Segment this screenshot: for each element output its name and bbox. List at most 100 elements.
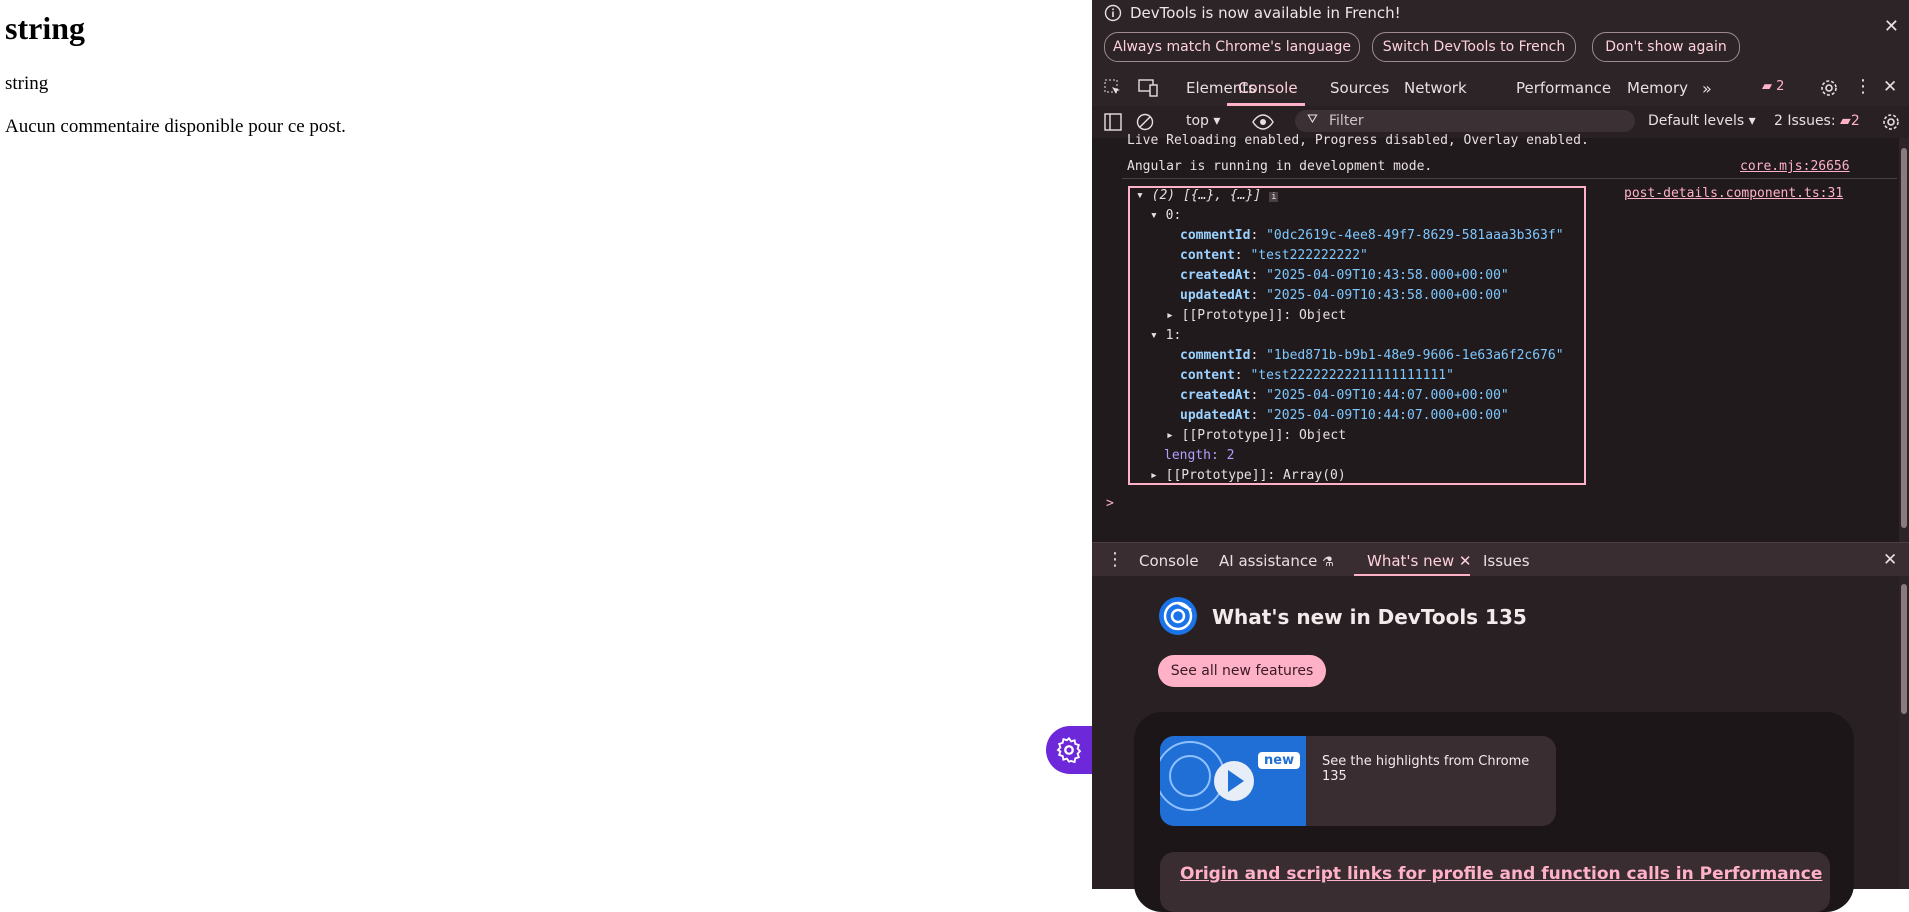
property-value: "0dc2619c-4ee8-49f7-8629-581aaa3b363f" [1266,228,1564,243]
property-value: "2025-04-09T10:44:07.000+00:00" [1266,388,1509,403]
property-row: updatedAt: "2025-04-09T10:43:58.000+00:0… [1180,288,1509,303]
drawer-tab-console[interactable]: Console [1139,552,1199,570]
tab-network[interactable]: Network [1404,79,1467,97]
property-row: createdAt: "2025-04-09T10:43:58.000+00:0… [1180,268,1509,283]
match-language-button[interactable]: Always match Chrome's language [1104,32,1360,62]
console-message: Angular is running in development mode. [1127,159,1433,174]
prototype-label: [[Prototype]]: Array(0) [1165,468,1346,483]
post-subtitle: string [5,73,49,94]
settings-icon[interactable] [1820,79,1838,97]
page-title: string [5,10,85,46]
array-index-label: 0: [1165,208,1182,223]
feature-card: Origin and script links for profile and … [1160,852,1830,912]
eye-icon[interactable] [1252,114,1274,130]
console-scrollbar[interactable] [1899,138,1909,542]
video-thumbnail: new [1160,736,1306,826]
prototype-row[interactable]: ▸ [[Prototype]]: Array(0) [1150,468,1346,483]
drawer-tab-whats-new[interactable]: What's new ✕ [1367,552,1471,570]
chrome-devtools-logo-icon [1159,597,1197,635]
source-link[interactable]: post-details.component.ts:31 [1624,186,1843,201]
array-summary[interactable]: ▾ (2) [{…}, {…}] i [1136,188,1279,203]
context-selector[interactable]: top ▾ [1186,113,1220,129]
flask-icon: ⚗ [1322,555,1334,570]
console-output: Live Reloading enabled, Progress disable… [1092,133,1909,542]
prototype-row[interactable]: ▸ [[Prototype]]: Object [1166,428,1346,443]
extension-gear-button[interactable] [1046,726,1092,774]
issues-label: 2 Issues: [1774,113,1836,129]
property-row: commentId: "1bed871b-b9b1-48e9-9606-1e63… [1180,348,1564,363]
issues-counter[interactable]: 2 Issues: ▰2 [1774,113,1860,129]
kebab-menu-icon[interactable]: ⋮ [1854,76,1872,97]
console-prompt[interactable]: > [1106,496,1114,511]
length-value: 2 [1226,448,1235,463]
sidebar-toggle-icon[interactable] [1104,113,1122,131]
drawer-tabbar: ⋮ Console AI assistance ⚗ What's new ✕ I… [1092,542,1909,577]
clear-console-icon[interactable] [1136,113,1154,131]
tab-performance[interactable]: Performance [1516,79,1611,97]
drawer-scrollbar[interactable] [1899,576,1909,889]
device-toolbar-icon[interactable] [1138,79,1158,97]
info-icon [1104,4,1122,22]
filter-placeholder: Filter [1329,113,1364,129]
filter-icon: ⛛ [1307,112,1318,127]
issues-count: 2 [1850,113,1860,129]
devtools-main-toolbar: Elements Console Sources Network Perform… [1092,70,1909,107]
prototype-row[interactable]: ▸ [[Prototype]]: Object [1166,308,1346,323]
close-drawer-icon[interactable]: ✕ [1883,550,1897,570]
log-levels-value: Default levels [1648,113,1745,129]
property-value: "test222222222" [1250,248,1368,263]
length-label: length: [1164,448,1219,463]
property-value: "1bed871b-b9b1-48e9-9606-1e63a6f2c676" [1266,348,1564,363]
property-value: "2025-04-09T10:44:07.000+00:00" [1266,408,1509,423]
infobar-message: DevTools is now available in French! [1130,4,1401,22]
console-message: Live Reloading enabled, Progress disable… [1127,133,1589,148]
property-row: createdAt: "2025-04-09T10:44:07.000+00:0… [1180,388,1509,403]
video-caption: See the highlights from Chrome 135 [1322,754,1530,784]
more-tabs-icon[interactable]: » [1702,79,1712,98]
ai-tab-label: AI assistance [1219,552,1318,570]
whats-new-panel: What's new in DevTools 135 See all new f… [1092,576,1909,912]
highlights-video[interactable]: new See the highlights from Chrome 135 [1160,736,1556,826]
property-row: commentId: "0dc2619c-4ee8-49f7-8629-581a… [1180,228,1564,243]
gear-icon [1056,736,1082,764]
see-all-features-button[interactable]: See all new features [1158,655,1326,687]
close-icon[interactable]: ✕ [1884,16,1899,37]
whats-new-title: What's new in DevTools 135 [1212,605,1527,629]
property-value: "2025-04-09T10:43:58.000+00:00" [1266,288,1509,303]
source-link[interactable]: core.mjs:26656 [1740,159,1850,174]
array-index-label: 1: [1165,328,1182,343]
property-row: content: "test22222222211111111111" [1180,368,1454,383]
new-badge: new [1258,752,1301,769]
filter-input[interactable]: ⛛ Filter [1295,110,1635,132]
prototype-label: [[Prototype]]: Object [1181,428,1347,443]
tab-sources[interactable]: Sources [1330,79,1389,97]
drawer-menu-icon[interactable]: ⋮ [1106,549,1124,570]
issues-badge-count: 2 [1776,79,1785,94]
web-page: string string Aucun commentaire disponib… [0,0,1092,889]
array-index[interactable]: ▾ 1: [1150,328,1181,343]
comments-empty-message: Aucun commentaire disponible pour ce pos… [5,116,346,137]
close-devtools-icon[interactable]: ✕ [1883,77,1897,97]
property-value: "2025-04-09T10:43:58.000+00:00" [1266,268,1509,283]
issues-badge[interactable]: ▰ 2 [1762,79,1784,94]
drawer-tab-ai-assistance[interactable]: AI assistance ⚗ [1219,552,1334,570]
log-levels-dropdown[interactable]: Default levels ▾ [1648,113,1756,129]
inspect-element-icon[interactable] [1104,79,1122,97]
switch-to-french-button[interactable]: Switch DevTools to French [1372,32,1576,62]
console-settings-icon[interactable] [1882,113,1900,131]
length-row: length: 2 [1164,448,1234,463]
dont-show-again-button[interactable]: Don't show again [1592,32,1740,62]
array-summary-text: (2) [{…}, {…}] [1151,188,1262,203]
property-value: "test22222222211111111111" [1250,368,1454,383]
whats-new-tab-label: What's new [1367,552,1455,570]
context-selector-value: top [1186,113,1209,129]
tab-console[interactable]: Console [1238,79,1298,97]
array-index[interactable]: ▾ 0: [1150,208,1181,223]
logged-array-object: ▾ (2) [{…}, {…}] i ▾ 0: commentId: "0dc2… [1128,186,1586,485]
feature-link[interactable]: Origin and script links for profile and … [1180,864,1822,884]
devtools-panel: DevTools is now available in French! ✕ A… [1092,0,1909,912]
drawer-tab-issues[interactable]: Issues [1483,552,1530,570]
close-tab-icon[interactable]: ✕ [1459,552,1472,570]
tab-memory[interactable]: Memory [1627,79,1688,97]
play-icon [1160,741,1254,811]
